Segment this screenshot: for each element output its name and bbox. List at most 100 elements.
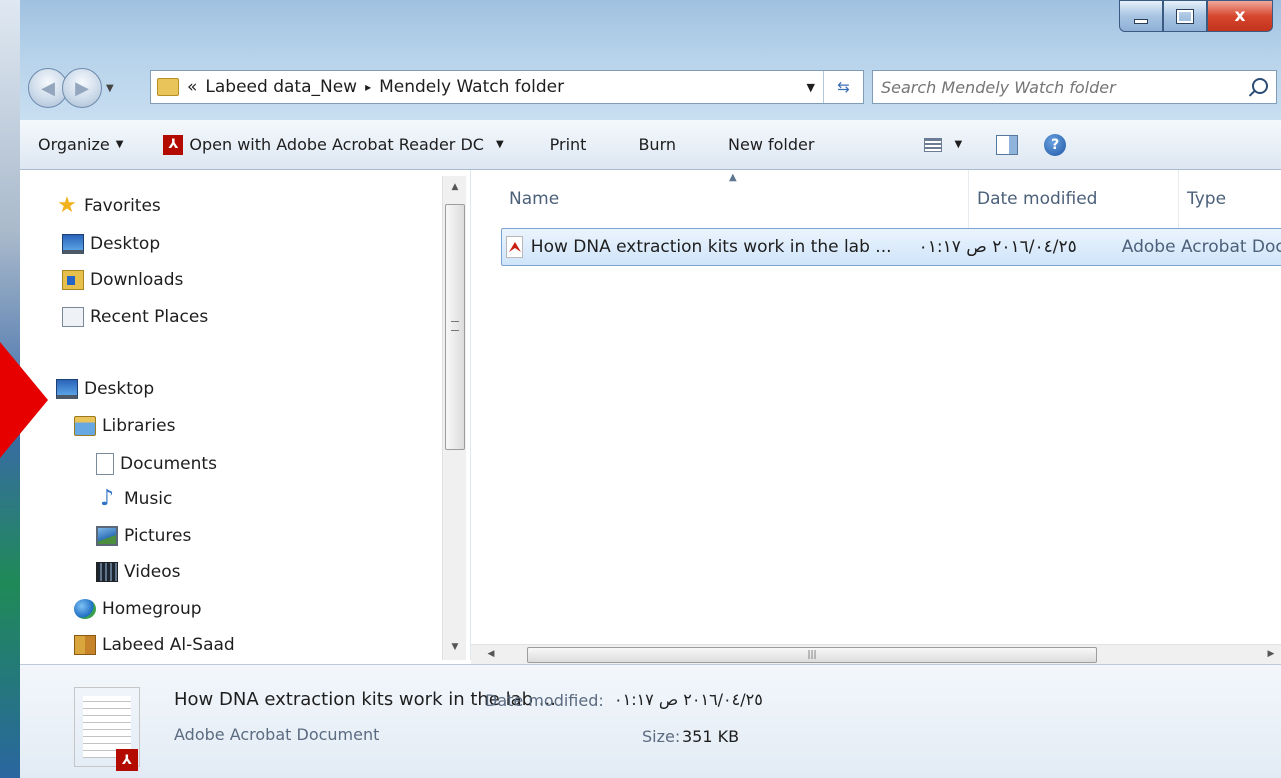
nav-user-folder[interactable]: Labeed Al-Saad <box>74 635 235 655</box>
print-button[interactable]: Print <box>550 135 587 154</box>
nav-favorites-label: Favorites <box>84 196 161 216</box>
nav-item-label: Documents <box>120 454 217 474</box>
burn-button[interactable]: Burn <box>638 135 676 154</box>
column-header-date-modified[interactable]: Date modified <box>969 170 1179 228</box>
address-bar[interactable]: « Labeed data_New ▸ Mendely Watch folder… <box>150 70 864 104</box>
recent-pages-dropdown[interactable]: ▼ <box>106 83 114 94</box>
nav-pictures[interactable]: Pictures <box>96 526 191 546</box>
folder-icon <box>157 78 179 96</box>
desktop-icon <box>56 379 78 399</box>
music-icon: ♪ <box>99 486 115 511</box>
forward-button[interactable]: ▶ <box>62 68 102 108</box>
nav-item-label: Recent Places <box>90 307 209 327</box>
organize-label: Organize <box>38 135 110 154</box>
libraries-icon <box>74 416 96 436</box>
videos-icon <box>96 562 118 582</box>
details-file-type: Adobe Acrobat Document <box>174 725 380 744</box>
details-size-label: Size: <box>642 727 681 746</box>
scroll-down-icon[interactable]: ▼ <box>445 642 465 652</box>
caption-buttons: x <box>1119 0 1273 36</box>
open-with-acrobat-button[interactable]: ⅄ Open with Adobe Acrobat Reader DC ▼ <box>163 134 504 155</box>
back-arrow-icon: ◀ <box>41 77 55 99</box>
column-header-label: Date modified <box>977 189 1098 209</box>
chevron-down-icon: ▼ <box>954 139 963 150</box>
nav-vertical-scrollbar[interactable]: ▲ ▼ <box>442 176 466 660</box>
maximize-button[interactable] <box>1163 0 1207 32</box>
address-overflow[interactable]: « <box>187 77 197 97</box>
explorer-window: x ◀ ▶ ▼ « Labeed data_New ▸ Mendely Watc… <box>20 0 1281 778</box>
nav-item-label: Labeed Al-Saad <box>102 635 235 655</box>
navigation-pane: ★ Favorites Desktop Downloads Recent Pla… <box>20 170 470 660</box>
grip-icon <box>451 321 459 331</box>
nav-documents[interactable]: Documents <box>96 453 217 475</box>
minimize-icon <box>1134 18 1148 24</box>
grip-icon: ||| <box>807 650 817 660</box>
nav-item-label: Libraries <box>102 416 176 436</box>
help-button[interactable]: ? <box>1044 133 1067 156</box>
star-icon: ★ <box>57 193 77 218</box>
search-input[interactable] <box>873 77 1233 97</box>
documents-icon <box>96 453 114 475</box>
sort-ascending-icon: ▲ <box>729 172 737 183</box>
nav-videos[interactable]: Videos <box>96 562 181 582</box>
nav-favorites[interactable]: ★ Favorites <box>56 193 161 218</box>
command-bar: Organize ▼ ⅄ Open with Adobe Acrobat Rea… <box>20 120 1281 170</box>
breadcrumb-separator-icon[interactable]: ▸ <box>365 80 371 94</box>
file-row[interactable]: How DNA extraction kits work in the lab … <box>501 228 1281 266</box>
details-size-value: 351 KB <box>682 727 740 746</box>
file-list: Name ▲ Date modified Type How DNA extrac… <box>470 170 1281 664</box>
details-date-label: Date modified: <box>485 691 604 710</box>
close-icon: x <box>1234 6 1246 26</box>
preview-pane-button[interactable] <box>996 134 1019 155</box>
scroll-left-icon[interactable]: ◀ <box>481 649 501 659</box>
nav-item-label: Music <box>124 489 173 509</box>
burn-label: Burn <box>638 135 677 154</box>
nav-favorites-desktop[interactable]: Desktop <box>62 234 160 254</box>
details-pane: ⅄ How DNA extraction kits work in the la… <box>20 664 1281 778</box>
horizontal-scroll-thumb[interactable]: ||| <box>527 647 1097 663</box>
desktop-icon <box>62 234 84 254</box>
nav-item-label: Downloads <box>90 270 184 290</box>
navigation-buttons: ◀ ▶ ▼ <box>28 68 114 108</box>
search-icon[interactable] <box>1252 78 1268 94</box>
breadcrumb-mendely-watch-folder[interactable]: Mendely Watch folder <box>379 77 564 97</box>
column-header-label: Name <box>509 189 560 209</box>
maximize-icon <box>1176 8 1194 24</box>
nav-item-label: Desktop <box>84 379 155 399</box>
new-folder-button[interactable]: New folder <box>728 135 814 154</box>
nav-scroll-thumb[interactable] <box>445 204 465 450</box>
nav-libraries[interactable]: Libraries <box>74 416 175 436</box>
column-header-type[interactable]: Type <box>1179 170 1281 228</box>
address-dropdown-icon[interactable]: ▼ <box>807 81 815 94</box>
chevron-down-icon: ▼ <box>115 139 124 150</box>
horizontal-scrollbar[interactable]: ◀ ||| ▶ <box>471 644 1281 664</box>
close-button[interactable]: x <box>1207 0 1273 32</box>
nav-item-label: Desktop <box>90 234 161 254</box>
column-header-label: Type <box>1187 189 1227 209</box>
preview-pane-icon <box>996 134 1019 155</box>
forward-arrow-icon: ▶ <box>75 77 89 99</box>
homegroup-icon <box>74 599 96 619</box>
nav-desktop[interactable]: Desktop <box>56 379 154 399</box>
breadcrumb-labeed-data-new[interactable]: Labeed data_New <box>205 77 357 97</box>
file-type: Adobe Acrobat Document <box>1121 237 1281 257</box>
new-folder-label: New folder <box>728 135 815 154</box>
help-icon: ? <box>1044 133 1067 156</box>
print-label: Print <box>549 135 587 154</box>
nav-recent-places[interactable]: Recent Places <box>62 307 208 327</box>
refresh-icon: ⇆ <box>837 78 850 96</box>
scroll-up-icon[interactable]: ▲ <box>445 182 465 192</box>
nav-downloads[interactable]: Downloads <box>62 270 183 290</box>
refresh-button[interactable]: ⇆ <box>823 71 863 103</box>
organize-button[interactable]: Organize ▼ <box>38 135 123 154</box>
nav-music[interactable]: ♪ Music <box>96 486 173 511</box>
chevron-down-icon: ▼ <box>495 139 504 150</box>
minimize-button[interactable] <box>1119 0 1163 32</box>
acrobat-icon: ⅄ <box>163 134 184 155</box>
file-date-modified: ٢٠١٦/٠٤/٢٥ ص ٠١:١٧ <box>918 237 1077 257</box>
red-arrow-annotation <box>0 342 48 458</box>
scroll-right-icon[interactable]: ▶ <box>1261 649 1281 659</box>
user-folder-icon <box>74 635 96 655</box>
change-view-button[interactable]: ▼ <box>924 137 963 152</box>
nav-homegroup[interactable]: Homegroup <box>74 599 202 619</box>
